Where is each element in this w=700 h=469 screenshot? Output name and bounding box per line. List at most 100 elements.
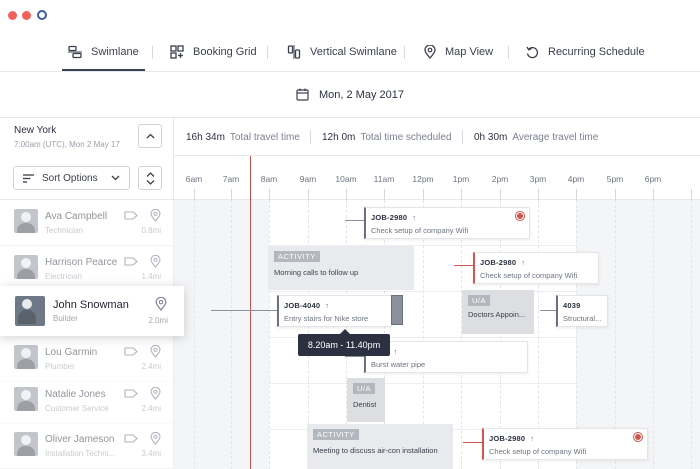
job-card[interactable]: 4039 Structural... — [556, 295, 608, 327]
tick-mark — [346, 189, 347, 200]
tag-icon — [124, 211, 138, 220]
summary-stats: 16h 34m Total travel time 12h 0m Total tim… — [174, 118, 700, 156]
tick-mark — [576, 189, 577, 200]
job-id: 4039 — [563, 301, 581, 310]
grid-icon — [170, 45, 184, 59]
arrow-up-icon: ↑ — [521, 258, 526, 267]
job-card[interactable]: JOB-2980 ↑ Check setup of company Wifi — [482, 428, 648, 460]
minimize-window-button[interactable] — [22, 11, 31, 20]
tab-divider — [152, 46, 153, 59]
travel-line — [540, 310, 557, 311]
tab-label: Recurring Schedule — [548, 46, 645, 58]
avatar — [14, 345, 38, 369]
date-bar: Mon, 2 May 2017 — [0, 72, 700, 118]
job-id-text: JOB-2980 — [480, 258, 517, 267]
time-tick: 7am — [222, 174, 240, 184]
resource-row[interactable]: Natalie Jones Customer Service 2.4mi — [0, 378, 174, 424]
travel-line — [463, 442, 483, 443]
resource-name: Natalie Jones — [45, 389, 106, 400]
job-desc: Check setup of company Wifi — [371, 226, 469, 235]
avatar — [15, 296, 45, 326]
tab-divider — [267, 46, 268, 59]
job-id: JOB-2980 ↑ — [489, 434, 534, 443]
location-pin-icon[interactable] — [155, 297, 167, 311]
collapse-button[interactable] — [138, 124, 162, 148]
stat-average-travel: 0h 30m Average travel time — [474, 132, 598, 143]
stat-label: Total travel time — [229, 132, 300, 143]
activity-block[interactable]: ACTIVITY Meeting to discuss air-con inst… — [307, 424, 453, 469]
resource-name: Harrison Pearce — [45, 257, 118, 268]
job-card-selected[interactable]: JOB-4040 ↑ Entry stairs for Nike store — [277, 295, 392, 327]
stat-divider — [310, 130, 311, 144]
location-pin-icon[interactable] — [150, 255, 161, 268]
resource-row[interactable]: Oliver Jameson Installation Techni... 3.… — [0, 423, 174, 469]
time-tick: 11am — [373, 174, 395, 184]
job-card[interactable]: JOB-2980 ↑ Check setup of company Wifi — [364, 207, 530, 239]
resource-name: Oliver Jameson — [45, 434, 115, 445]
time-tick: 6pm — [644, 174, 662, 184]
tick-mark — [423, 189, 424, 200]
arrow-up-icon: ↑ — [393, 347, 398, 356]
resource-row[interactable]: Lou Garmin Plumber 2.4mi — [0, 336, 174, 382]
unavailable-tag: U/A — [468, 295, 491, 306]
tab-map-view[interactable]: Map View — [424, 42, 493, 62]
tab-booking-grid[interactable]: Booking Grid — [170, 42, 257, 62]
unavailable-block[interactable]: U/A Doctors Appoin... — [462, 290, 534, 334]
grid-line — [231, 200, 232, 469]
time-tick: 8am — [260, 174, 278, 184]
job-desc: Structural... — [563, 314, 602, 323]
time-tick: 4pm — [567, 174, 585, 184]
arrow-up-icon: ↑ — [530, 434, 535, 443]
stat-divider — [462, 130, 463, 144]
job-time-tooltip: 8.20am - 11.40pm — [298, 329, 390, 356]
avatar — [14, 255, 38, 279]
current-date[interactable]: Mon, 2 May 2017 — [319, 89, 404, 101]
time-axis: 6am 7am 8am 9am 10am 11am 12pm 1pm 2pm 3… — [174, 156, 700, 200]
activity-block[interactable]: ACTIVITY Morning calls to follow up — [268, 246, 414, 290]
tab-divider — [508, 46, 509, 59]
close-window-button[interactable] — [8, 11, 17, 20]
tab-divider — [404, 46, 405, 59]
tab-recurring-schedule[interactable]: Recurring Schedule — [526, 42, 645, 62]
tick-mark — [500, 189, 501, 200]
location-pin-icon[interactable] — [150, 209, 161, 222]
time-tick: 1pm — [452, 174, 470, 184]
location-pin-icon[interactable] — [150, 387, 161, 400]
unavailable-block[interactable]: U/A Dentist — [347, 378, 385, 422]
resource-role: Plumber — [45, 362, 75, 371]
avatar — [14, 387, 38, 411]
job-id: JOB-4040 ↑ — [284, 301, 329, 310]
job-card[interactable]: JOB-2980 ↑ Check setup of company Wifi — [473, 252, 599, 284]
time-tick: 12pm — [412, 174, 434, 184]
tick-mark — [384, 189, 385, 200]
tick-mark — [615, 189, 616, 200]
resource-header: New York 7:00am (UTC), Mon 2 May 17 Sort… — [0, 118, 174, 200]
tab-vertical-swimlane[interactable]: Vertical Swimlane — [287, 42, 397, 62]
travel-line — [211, 310, 278, 311]
tick-mark — [308, 189, 309, 200]
location-pin-icon[interactable] — [150, 345, 161, 358]
resource-distance: 2.4mi — [141, 404, 161, 413]
recurring-icon — [526, 46, 539, 58]
resource-row[interactable]: Ava Campbell Technician 0.8mi — [0, 200, 174, 246]
resource-distance: 2.0mi — [148, 316, 168, 325]
vertical-swimlane-icon — [287, 45, 301, 59]
resource-row-selected[interactable]: John Snowman Builder 2.0mi — [0, 286, 184, 336]
job-id-text: JOB-4040 — [284, 301, 321, 310]
window-titlebar — [0, 0, 700, 30]
swimlane-icon — [68, 45, 82, 59]
resource-role: Technician — [45, 226, 83, 235]
time-tick: 10am — [335, 174, 357, 184]
resize-handle[interactable] — [391, 295, 403, 325]
unavailable-tag: U/A — [353, 383, 376, 394]
calendar-icon[interactable] — [296, 88, 309, 101]
tick-mark — [538, 189, 539, 200]
sort-options-select[interactable]: Sort Options — [13, 166, 130, 190]
sort-direction-button[interactable] — [138, 166, 162, 190]
job-desc: Entry stairs for Nike store — [284, 314, 369, 323]
grid-line — [269, 200, 270, 469]
tab-swimlane[interactable]: Swimlane — [62, 42, 145, 71]
resource-role: Customer Service — [45, 404, 109, 413]
tab-label: Swimlane — [91, 46, 139, 58]
location-pin-icon[interactable] — [150, 432, 161, 445]
